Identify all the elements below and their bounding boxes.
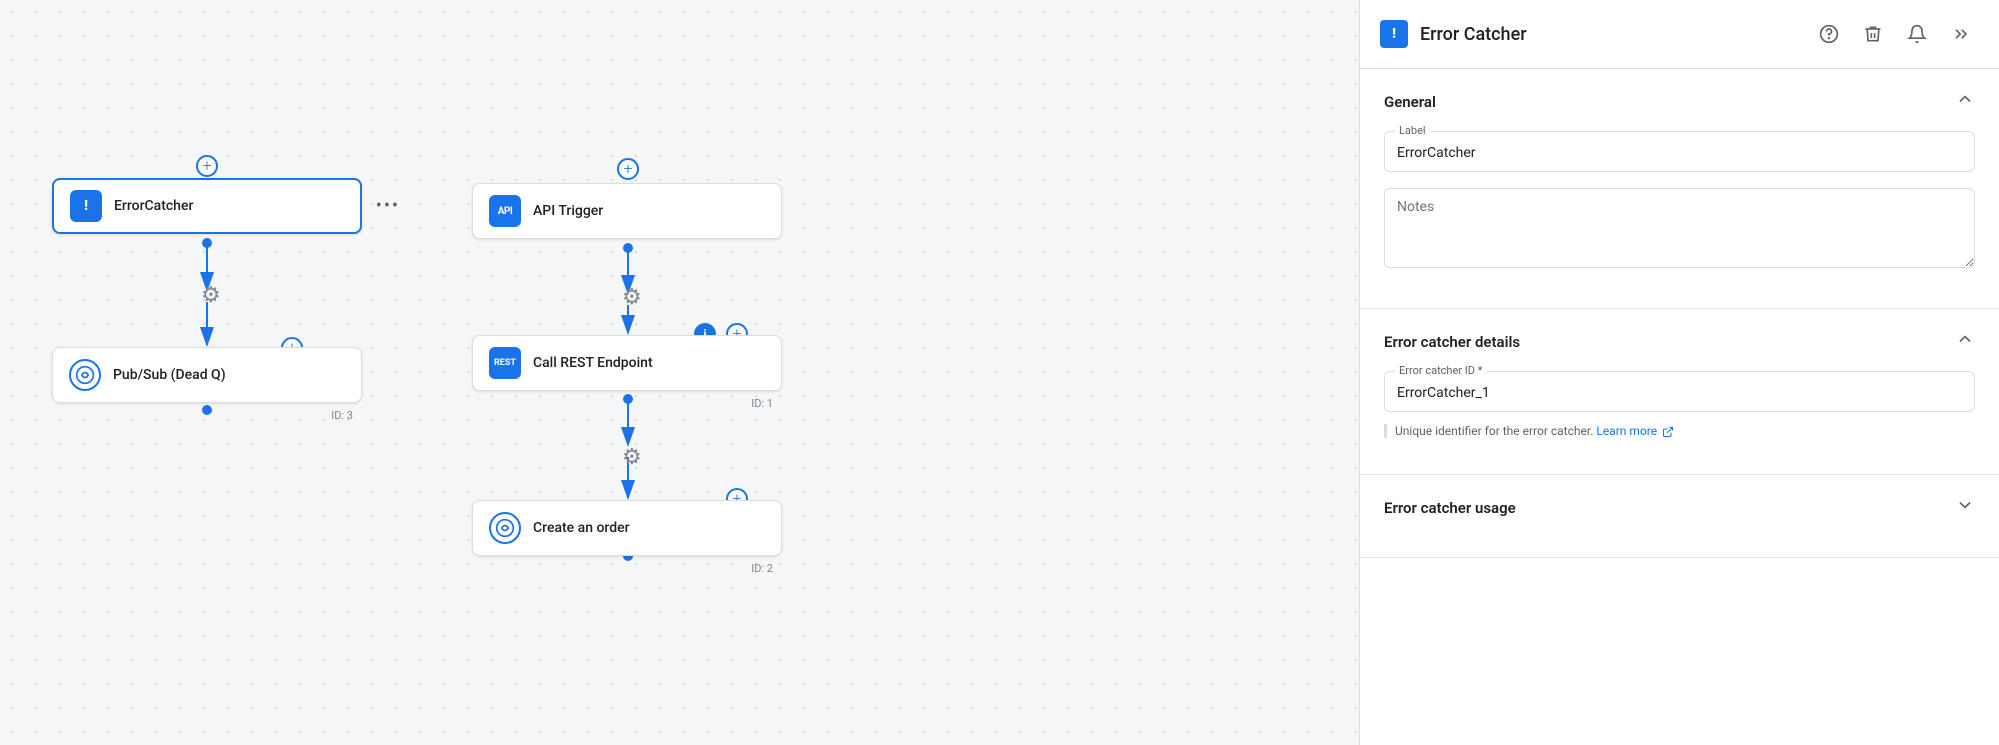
- notes-textarea[interactable]: [1384, 188, 1975, 268]
- error-icon: !: [70, 190, 102, 222]
- label-input[interactable]: [1397, 145, 1962, 161]
- panel-node-icon: !: [1380, 20, 1408, 48]
- general-title: General: [1384, 93, 1436, 111]
- right-panel: ! Error Catcher: [1359, 0, 1999, 745]
- gear-icon-1: ⚙: [201, 283, 221, 308]
- rest-label: Call REST Endpoint: [533, 355, 653, 371]
- pubsub-id: ID: 3: [331, 409, 353, 422]
- error-catcher-id-group: Error catcher ID * Unique identifier for…: [1384, 371, 1975, 438]
- error-id-fieldset: Error catcher ID *: [1384, 371, 1975, 412]
- error-catcher-label: ErrorCatcher: [114, 198, 193, 214]
- api-icon: API: [489, 195, 521, 227]
- usage-section-header: Error catcher usage: [1384, 495, 1975, 521]
- general-section: General Label: [1360, 69, 1999, 309]
- label-field-label: Label: [1395, 124, 1430, 137]
- flow-canvas[interactable]: + ! ErrorCatcher ••• ⚙ + Pub/Sub (Dead Q…: [0, 0, 1359, 745]
- add-above-api[interactable]: +: [617, 158, 639, 180]
- general-toggle[interactable]: [1955, 89, 1975, 115]
- delete-button[interactable]: [1855, 16, 1891, 52]
- help-button[interactable]: [1811, 16, 1847, 52]
- details-section-header: Error catcher details: [1384, 329, 1975, 355]
- error-catcher-details-section: Error catcher details Error catcher ID *…: [1360, 309, 1999, 475]
- gear-icon-2: ⚙: [622, 285, 642, 310]
- details-toggle[interactable]: [1955, 329, 1975, 355]
- usage-toggle[interactable]: [1955, 495, 1975, 521]
- pubsub-label: Pub/Sub (Dead Q): [113, 367, 226, 383]
- usage-title: Error catcher usage: [1384, 499, 1516, 517]
- error-id-label: Error catcher ID *: [1395, 364, 1486, 377]
- pubsub-icon: [69, 359, 101, 391]
- panel-actions: [1811, 16, 1979, 52]
- node-more-menu[interactable]: •••: [376, 196, 400, 217]
- order-icon: [489, 512, 521, 544]
- notes-field-group: [1384, 188, 1975, 272]
- add-above-error-catcher[interactable]: +: [196, 155, 218, 177]
- api-trigger-label: API Trigger: [533, 203, 603, 219]
- general-section-header: General: [1384, 89, 1975, 115]
- rest-icon: REST: [489, 347, 521, 379]
- rest-node[interactable]: REST Call REST Endpoint ID: 1: [472, 335, 782, 391]
- error-catcher-node[interactable]: ! ErrorCatcher •••: [52, 178, 362, 234]
- panel-header: ! Error Catcher: [1360, 0, 1999, 69]
- pubsub-node[interactable]: Pub/Sub (Dead Q) ID: 3: [52, 347, 362, 403]
- gear-icon-3: ⚙: [622, 445, 642, 470]
- learn-more-link[interactable]: Learn more: [1596, 424, 1674, 438]
- create-order-node[interactable]: Create an order ID: 2: [472, 500, 782, 556]
- order-id: ID: 2: [751, 562, 773, 575]
- error-catcher-usage-section: Error catcher usage: [1360, 475, 1999, 558]
- error-catcher-id-input[interactable]: [1397, 385, 1962, 401]
- label-field-group: Label: [1384, 131, 1975, 172]
- help-text: Unique identifier for the error catcher.…: [1384, 424, 1975, 438]
- label-fieldset: Label: [1384, 131, 1975, 172]
- rest-id: ID: 1: [751, 397, 773, 410]
- panel-title: Error Catcher: [1420, 24, 1799, 45]
- details-title: Error catcher details: [1384, 333, 1520, 351]
- api-trigger-node[interactable]: API API Trigger: [472, 183, 782, 239]
- notifications-button[interactable]: [1899, 16, 1935, 52]
- order-label: Create an order: [533, 520, 630, 536]
- collapse-panel-button[interactable]: [1943, 16, 1979, 52]
